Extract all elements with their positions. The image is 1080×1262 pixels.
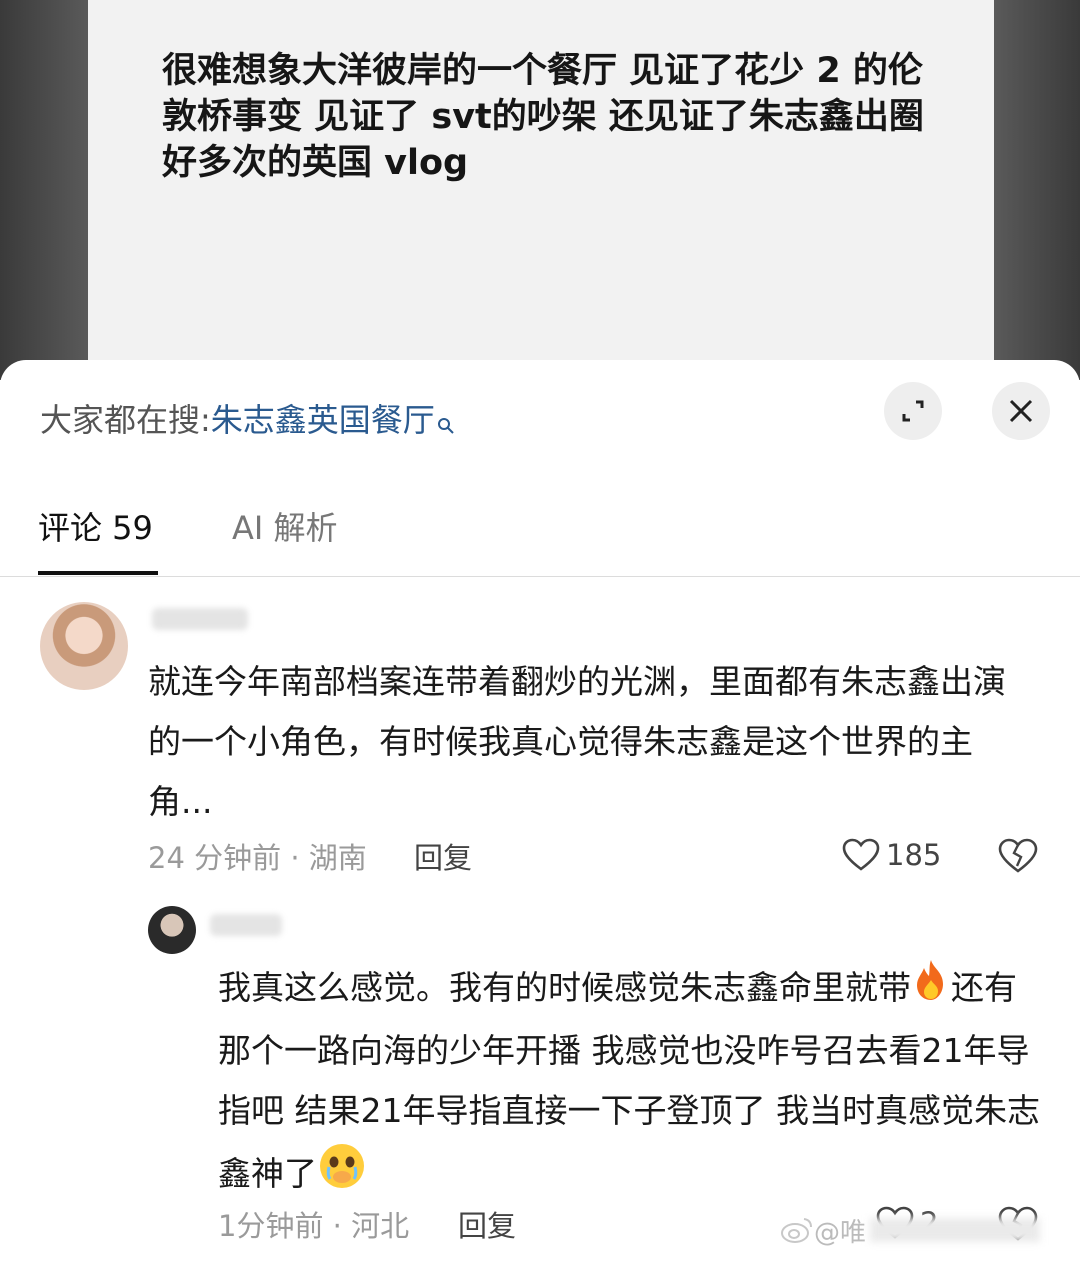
tab-comments[interactable]: 评论 59: [38, 506, 153, 550]
post-text: 很难想象大洋彼岸的一个餐厅 见证了花少 2 的伦敦桥事变 见证了 svt的吵架 …: [162, 51, 924, 183]
tab-ai-analysis[interactable]: AI 解析: [232, 506, 338, 550]
username-blurred: [152, 608, 248, 630]
post-background-right: [994, 0, 1080, 380]
broken-heart-icon: [998, 838, 1038, 873]
dislike-button[interactable]: [998, 838, 1038, 878]
trending-search-prefix: 大家都在搜:: [40, 401, 211, 439]
reply-text-line1: 我真这么感觉。我有的时候感觉朱志鑫命里就带: [218, 968, 911, 1007]
watermark: @唯: [780, 1210, 1041, 1250]
heart-icon: [842, 838, 880, 871]
like-button[interactable]: 185: [842, 838, 941, 872]
username-blurred: [210, 914, 282, 936]
fire-emoji: [911, 958, 951, 1021]
reply-button[interactable]: 回复: [458, 1206, 516, 1246]
video-post-area: 很难想象大洋彼岸的一个餐厅 见证了花少 2 的伦敦桥事变 见证了 svt的吵架 …: [0, 0, 1080, 380]
avatar[interactable]: [148, 906, 196, 954]
search-icon: [437, 402, 455, 434]
avatar[interactable]: [40, 602, 128, 690]
tab-bar: 评论 59 AI 解析: [0, 500, 1080, 577]
trending-search[interactable]: 大家都在搜:朱志鑫英国餐厅: [40, 398, 455, 442]
post-background-left: [0, 0, 88, 380]
watermark-text: @唯: [814, 1217, 867, 1248]
expand-button[interactable]: [884, 382, 942, 440]
post-card: 很难想象大洋彼岸的一个餐厅 见证了花少 2 的伦敦桥事变 见证了 svt的吵架 …: [88, 0, 994, 380]
close-icon: [1009, 399, 1033, 423]
watermark-blur: [870, 1218, 1041, 1242]
trending-search-link[interactable]: 朱志鑫英国餐厅: [211, 401, 435, 439]
active-tab-indicator: [38, 571, 158, 575]
comment-meta: 24 分钟前 · 湖南: [148, 841, 367, 875]
close-button[interactable]: [992, 382, 1050, 440]
comment-sheet: 大家都在搜:朱志鑫英国餐厅 评论 59 AI 解析 就连今年南部档案连带着翻炒的…: [0, 360, 1080, 1262]
comment-meta: 1分钟前 · 河北: [218, 1209, 410, 1243]
teary-face-emoji: [317, 1141, 367, 1210]
reply-comment-text: 我真这么感觉。我有的时候感觉朱志鑫命里就带 还有那个一路向海的少年开播 我感觉也没…: [218, 958, 1048, 1210]
weibo-logo-icon: [781, 1218, 812, 1243]
reply-button[interactable]: 回复: [414, 838, 472, 878]
comment-text: 就连今年南部档案连带着翻炒的光渊，里面都有朱志鑫出演的一个小角色，有时候我真心觉…: [148, 662, 1006, 821]
expand-icon: [902, 400, 924, 422]
like-count: 185: [886, 838, 942, 872]
